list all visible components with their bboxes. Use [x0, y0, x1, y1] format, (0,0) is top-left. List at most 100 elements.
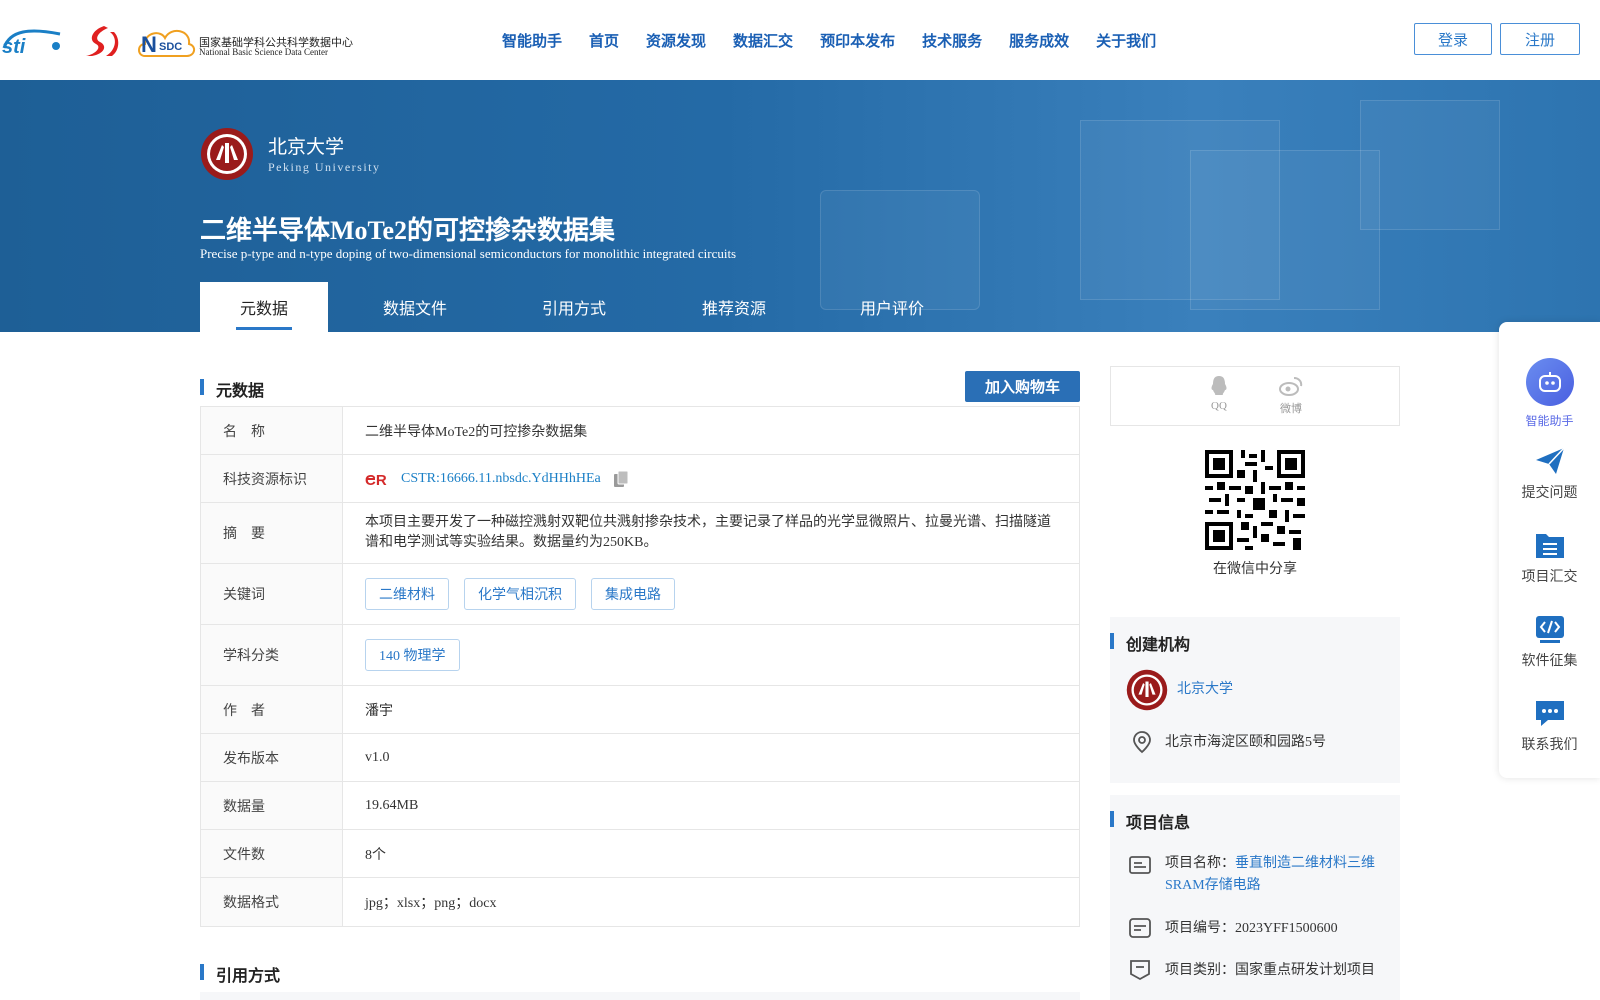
org-logo-icon — [1126, 669, 1168, 711]
institution-name[interactable]: 北京大学 — [268, 132, 344, 159]
nav-ai-assistant[interactable]: 智能助手 — [502, 30, 562, 51]
keyword-tag[interactable]: 化学气相沉积 — [464, 578, 576, 610]
row-value: jpg；xlsx；png；docx — [365, 896, 497, 911]
peking-university-logo-icon — [201, 128, 253, 180]
row-label: 关键词 — [201, 564, 343, 624]
row-label: 学科分类 — [201, 625, 343, 685]
subject-tag[interactable]: 140 物理学 — [365, 639, 460, 671]
cstr-badge-icon: CR — [365, 472, 387, 487]
svg-text:SDC: SDC — [159, 41, 182, 53]
row-value: 潘宇 — [365, 703, 393, 719]
nsdc-logo[interactable]: N SDC 国家基础学科公共科学数据中心 National Basic Scie… — [135, 20, 355, 62]
banner-decoration — [1360, 100, 1500, 230]
share-qq[interactable]: QQ — [1199, 375, 1239, 412]
location-icon — [1133, 731, 1151, 754]
nav-data-submission[interactable]: 数据汇交 — [733, 30, 793, 51]
metadata-table: 名 称 二维半导体MoTe2的可控掺杂数据集 科技资源标识 CR CSTR:16… — [200, 406, 1080, 927]
cstr-link[interactable]: CSTR:16666.11.nbsdc.YdHHhHEa — [401, 471, 601, 487]
row-value: CR CSTR:16666.11.nbsdc.YdHHhHEa — [343, 455, 1079, 502]
cstr-logo-icon[interactable]: sti — [0, 26, 66, 56]
nav-preprint[interactable]: 预印本发布 — [820, 30, 895, 51]
tab-citation[interactable]: 引用方式 — [502, 282, 646, 332]
row-label: 数据量 — [201, 782, 343, 829]
nav-about[interactable]: 关于我们 — [1096, 30, 1156, 51]
nav-service-results[interactable]: 服务成效 — [1009, 30, 1069, 51]
nav-resource-discovery[interactable]: 资源发现 — [646, 30, 706, 51]
project-info-title: 项目信息 — [1110, 809, 1190, 833]
float-submit-question[interactable]: 提交问题 — [1499, 446, 1600, 502]
table-row: 发布版本 v1.0 — [201, 734, 1079, 782]
chat-icon — [1535, 701, 1564, 726]
org-address: 北京市海淀区颐和园路5号 — [1165, 735, 1326, 750]
nsdc-name-en: National Basic Science Data Center — [199, 47, 328, 57]
wechat-qrcode-icon — [1205, 450, 1305, 550]
add-to-cart-button[interactable]: 加入购物车 — [965, 371, 1080, 402]
red-s-logo-icon[interactable] — [82, 24, 120, 58]
row-value: v1.0 — [365, 749, 390, 765]
tab-user-reviews[interactable]: 用户评价 — [822, 282, 962, 332]
weibo-label: 微博 — [1280, 403, 1302, 415]
qq-label: QQ — [1211, 400, 1227, 412]
project-code-icon — [1129, 918, 1151, 938]
tab-data-files[interactable]: 数据文件 — [328, 282, 502, 332]
main-nav: 智能助手 首页 资源发现 数据汇交 预印本发布 技术服务 服务成效 关于我们 — [502, 30, 1183, 51]
institution-name-en: Peking University — [268, 160, 381, 174]
folder-list-icon — [1535, 534, 1564, 558]
row-value: 140 物理学 — [343, 625, 1079, 685]
keyword-tag[interactable]: 二维材料 — [365, 578, 449, 610]
project-name-label: 项目名称： — [1165, 856, 1235, 871]
weibo-icon — [1279, 377, 1303, 396]
project-type-icon — [1130, 960, 1150, 981]
keyword-tag[interactable]: 集成电路 — [591, 578, 675, 610]
wechat-share-label: 在微信中分享 — [1213, 562, 1297, 577]
nav-home[interactable]: 首页 — [589, 30, 619, 51]
row-label: 发布版本 — [201, 734, 343, 781]
table-row: 学科分类 140 物理学 — [201, 625, 1079, 686]
table-row: 关键词 二维材料 化学气相沉积 集成电路 — [201, 564, 1079, 625]
row-label: 摘 要 — [201, 503, 343, 563]
creator-org-title: 创建机构 — [1110, 631, 1190, 655]
row-label: 科技资源标识 — [201, 455, 343, 502]
banner-decoration — [1190, 150, 1380, 310]
row-label: 作 者 — [201, 686, 343, 733]
login-button[interactable]: 登录 — [1414, 23, 1492, 55]
row-value: 二维材料 化学气相沉积 集成电路 — [343, 564, 1079, 624]
table-row: 摘 要 本项目主要开发了一种磁控溅射双靶位共溅射掺杂技术，主要记录了样品的光学显… — [201, 503, 1079, 564]
row-value: 本项目主要开发了一种磁控溅射双靶位共溅射掺杂技术，主要记录了样品的光学显微照片、… — [365, 515, 1051, 550]
svg-text:N: N — [141, 32, 157, 57]
project-code: 项目编号：2023YFF1500600 — [1165, 921, 1338, 936]
qq-icon — [1211, 376, 1227, 395]
dataset-subtitle: Precise p-type and n-type doping of two-… — [200, 246, 737, 261]
project-card-icon — [1129, 856, 1151, 874]
citation-box — [200, 992, 1080, 1000]
float-ai-assistant[interactable]: 智能助手 — [1499, 358, 1600, 429]
row-value: 8个 — [365, 847, 386, 863]
svg-text:sti: sti — [2, 36, 26, 56]
float-project-collect[interactable]: 项目汇交 — [1499, 530, 1600, 586]
table-row: 作 者 潘宇 — [201, 686, 1079, 734]
nav-tech-service[interactable]: 技术服务 — [922, 30, 982, 51]
tab-recommended[interactable]: 推荐资源 — [646, 282, 822, 332]
nsdc-cloud-icon: N SDC — [138, 29, 195, 57]
float-contact-us[interactable]: 联系我们 — [1499, 698, 1600, 754]
project-info-panel: 项目信息 项目名称：垂直制造二维材料三维SRAM存储电路 项目编号：2023YF… — [1110, 795, 1400, 1000]
row-value: 二维半导体MoTe2的可控掺杂数据集 — [365, 424, 588, 440]
metadata-section-title: 元数据 — [200, 377, 264, 401]
paper-plane-icon — [1535, 447, 1565, 474]
dataset-banner: 北京大学 Peking University 二维半导体MoTe2的可控掺杂数据… — [0, 80, 1600, 332]
copy-icon[interactable] — [613, 470, 629, 488]
table-row: 数据量 19.64MB — [201, 782, 1079, 830]
row-value: 19.64MB — [365, 797, 419, 813]
tab-metadata[interactable]: 元数据 — [200, 282, 328, 332]
org-name-link[interactable]: 北京大学 — [1177, 679, 1397, 701]
top-header: sti N SDC 国家基础学科公共科学数据中心 National Basic … — [0, 0, 1600, 80]
float-software-collect[interactable]: 软件征集 — [1499, 614, 1600, 670]
share-weibo[interactable]: 微博 — [1271, 375, 1311, 416]
table-row: 文件数 8个 — [201, 830, 1079, 878]
citation-section-title: 引用方式 — [200, 962, 280, 986]
register-button[interactable]: 注册 — [1500, 23, 1580, 55]
floating-sidebar: 智能助手 提交问题 项目汇交 软件征集 联系我们 — [1499, 322, 1600, 778]
dataset-tabs: 元数据 数据文件 引用方式 推荐资源 用户评价 — [200, 282, 962, 332]
row-label: 名 称 — [201, 407, 343, 454]
robot-icon — [1525, 358, 1574, 406]
